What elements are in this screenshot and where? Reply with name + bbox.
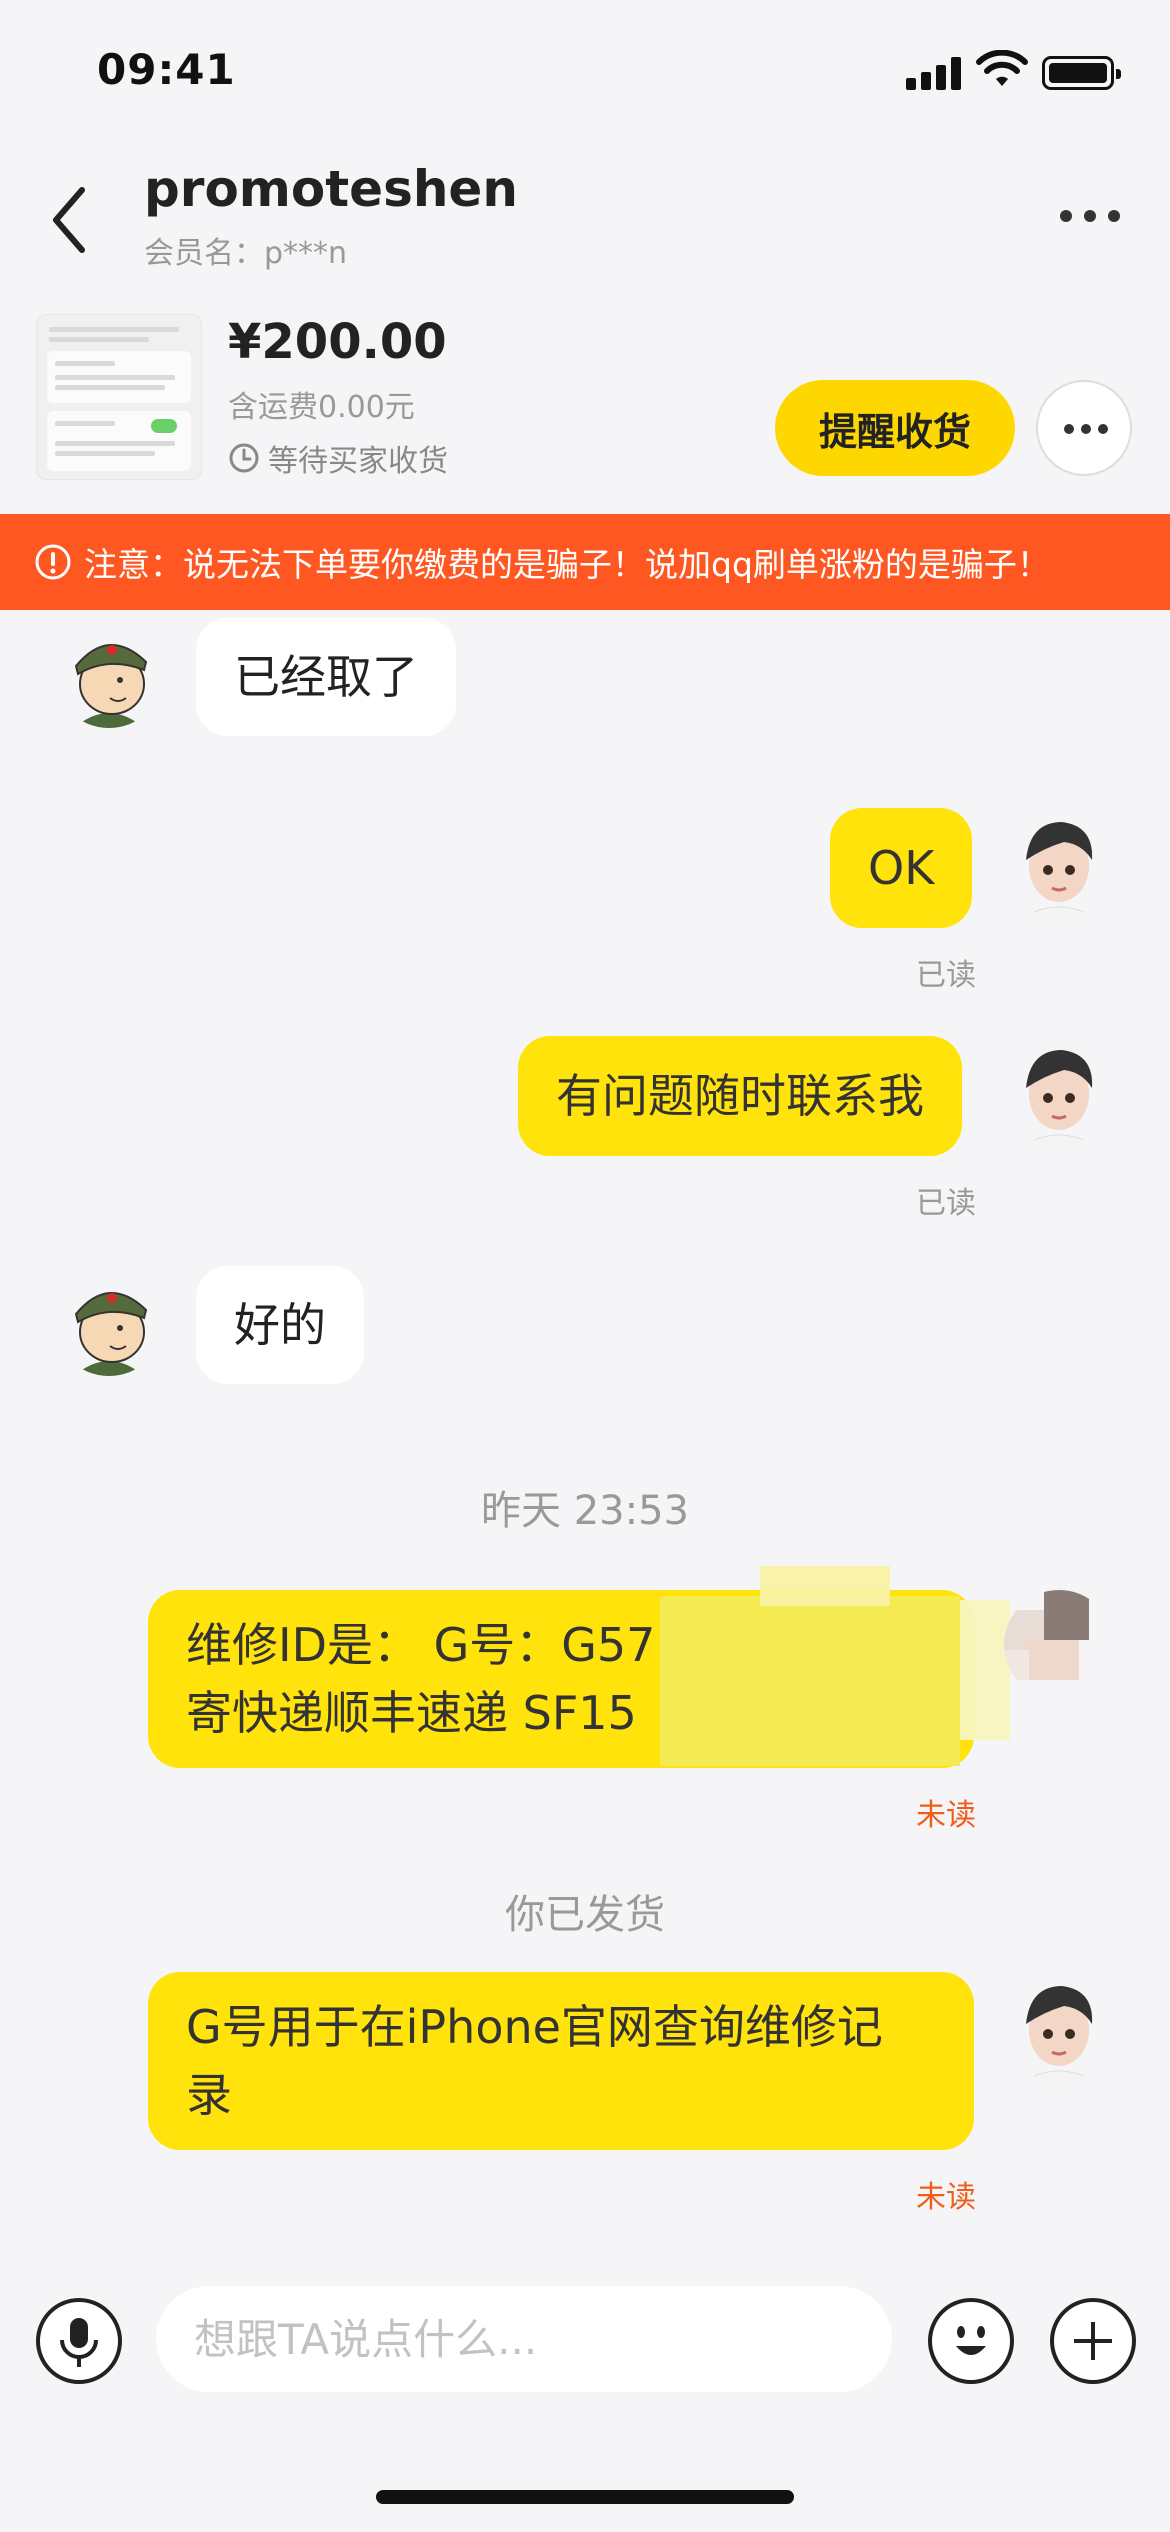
read-status: 已读 [916,1186,976,1221]
my-avatar[interactable] [1004,1590,1114,1700]
status-bar: 09:41 [0,0,1170,140]
privacy-mosaic [960,1600,1010,1740]
order-price: ¥200.00 [228,314,447,370]
shipping-fee: 含运费0.00元 [228,390,415,425]
back-icon[interactable] [44,180,94,260]
message-input-bar [0,2270,1170,2450]
wifi-icon [976,50,1028,86]
home-indicator[interactable] [376,2490,794,2504]
contact-avatar[interactable] [54,618,164,728]
alert-icon [35,544,71,580]
message-input[interactable] [156,2286,892,2392]
order-status-text: 等待买家收货 [268,444,448,479]
status-time: 09:41 [97,45,236,94]
remind-receipt-button[interactable]: 提醒收货 [775,380,1015,476]
signal-icon [906,56,964,90]
warning-text: 注意：说无法下单要你缴费的是骗子！说加qq刷单涨粉的是骗子！ [84,545,1050,584]
message-line: 维修ID是： G号：G57 [186,1618,656,1672]
message-bubble[interactable]: 有问题随时联系我 [518,1036,962,1156]
contact-avatar[interactable] [54,1266,164,1376]
time-divider: 昨天 23:53 [481,1488,689,1534]
order-card[interactable]: ¥200.00 含运费0.00元 等待买家收货 提醒收货 [0,300,1170,510]
emoji-icon[interactable] [928,2298,1014,2384]
my-avatar[interactable] [1004,1972,1114,2082]
member-name: 会员名：p***n [144,236,348,271]
privacy-mosaic [760,1566,890,1606]
product-thumbnail[interactable] [36,314,202,480]
order-more-icon[interactable] [1036,380,1132,476]
contact-name: promoteshen [144,160,518,218]
microphone-icon[interactable] [36,2298,122,2384]
chat-header: promoteshen 会员名：p***n [0,140,1170,300]
more-icon[interactable] [1050,190,1130,240]
message-line: 录 [186,2068,232,2122]
privacy-mosaic [660,1596,960,1766]
message-bubble[interactable]: 已经取了 [196,618,456,736]
clock-icon [229,443,259,473]
order-status: 等待买家收货 [228,436,448,480]
shipped-notice: 你已发货 [505,1892,665,1938]
message-bubble[interactable]: OK [830,808,973,928]
my-avatar[interactable] [1004,808,1114,918]
plus-icon[interactable] [1050,2298,1136,2384]
message-line: 寄快递顺丰速递 SF15 [186,1686,637,1740]
read-status: 已读 [916,958,976,993]
battery-icon [1042,56,1121,90]
my-avatar[interactable] [1004,1036,1114,1146]
message-bubble[interactable]: 好的 [196,1266,364,1384]
message-line: G号用于在iPhone官网查询维修记 [186,2000,883,2054]
message-bubble[interactable]: G号用于在iPhone官网查询维修记 录 [148,1972,974,2150]
scam-warning-banner: 注意：说无法下单要你缴费的是骗子！说加qq刷单涨粉的是骗子！ [0,514,1170,610]
unread-status: 未读 [916,1798,976,1833]
unread-status: 未读 [916,2180,976,2215]
